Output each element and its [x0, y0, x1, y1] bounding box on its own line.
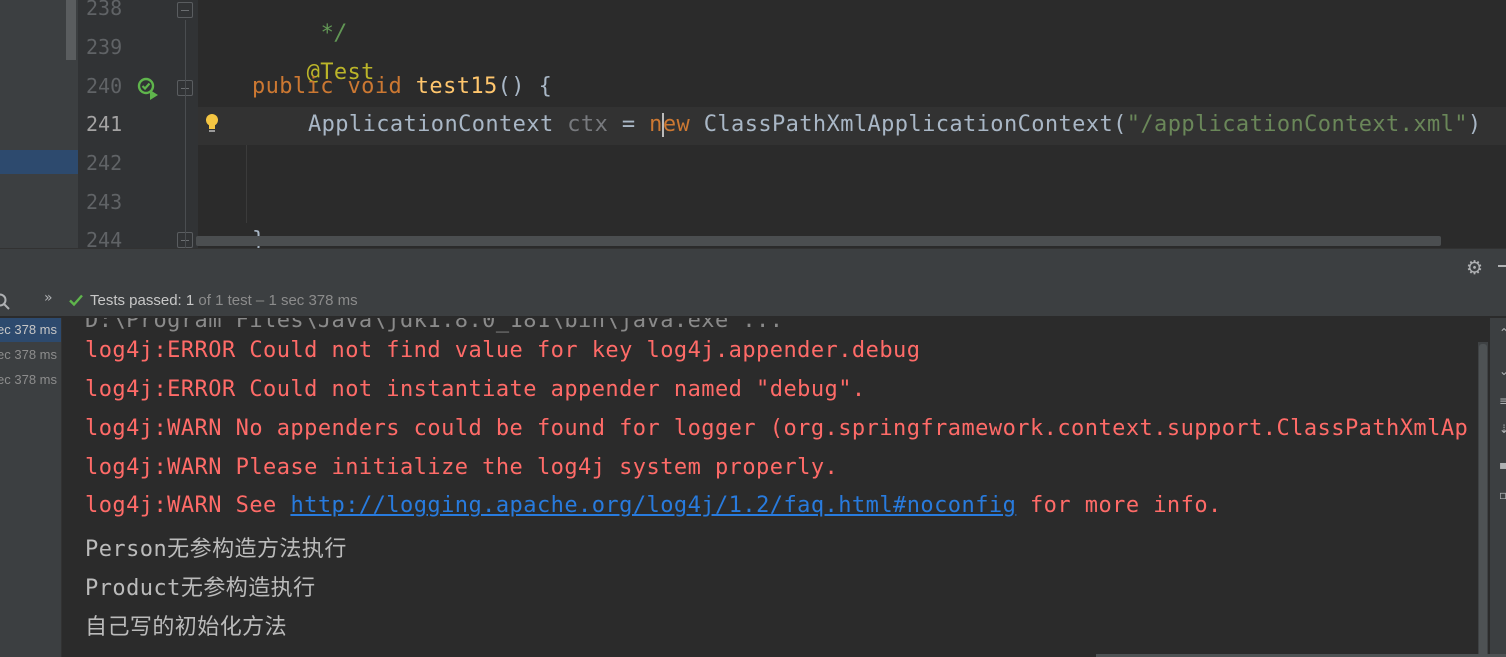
line-number: 238: [86, 0, 123, 20]
run-test-icon[interactable]: [136, 76, 160, 100]
tests-status: Tests passed: 1 of 1 test – 1 sec 378 ms: [90, 292, 358, 309]
keyword: n: [649, 112, 663, 137]
console-line-warn: log4j:WARN See http://logging.apache.org…: [85, 493, 1222, 518]
console-text: for more info.: [1016, 493, 1222, 518]
code-operator: =: [608, 112, 650, 137]
project-tool-strip: [0, 0, 78, 248]
check-icon: [69, 294, 83, 307]
console-line-warn: log4j:WARN Please initialize the log4j s…: [85, 455, 839, 480]
console-scrollbar[interactable]: [1479, 344, 1487, 657]
console-line-output: Person无参构造方法执行: [85, 537, 347, 562]
line-number: 244: [86, 228, 123, 248]
class-name: ClassPathXmlApplicationContext(: [690, 112, 1127, 137]
console-output[interactable]: D:\Program Files\Java\jdk1.8.0_181\bin\j…: [64, 318, 1478, 657]
soft-wrap-icon[interactable]: ≡: [1499, 395, 1506, 407]
indent-guide: [246, 145, 247, 223]
keyword: void: [347, 74, 403, 99]
faq-link[interactable]: http://logging.apache.org/log4j/1.2/faq.…: [290, 493, 1016, 518]
console-line-output: 自己写的初始化方法: [85, 615, 288, 640]
editor-horizontal-scrollbar[interactable]: [196, 236, 1441, 246]
line-number: 239: [86, 35, 123, 59]
tests-passed-label: Tests passed: 1: [90, 292, 195, 309]
line-number: 242: [86, 151, 123, 175]
code-line-241[interactable]: ApplicationContext ctx = new ClassPathXm…: [308, 112, 1482, 137]
console-line-output: Product无参构造执行: [85, 576, 316, 601]
console-line-warn: log4j:WARN No appenders could be found f…: [85, 416, 1469, 441]
test-tree-item[interactable]: ec 378 ms: [0, 318, 61, 342]
console-text: log4j:WARN See: [85, 493, 291, 518]
fold-range-line: [185, 20, 186, 248]
line-number: 243: [86, 190, 123, 214]
project-scrollbar[interactable]: [66, 0, 76, 60]
variable-name: ctx: [567, 112, 609, 137]
tests-duration-label: of 1 test – 1 sec 378 ms: [194, 292, 358, 309]
print-icon[interactable]: ▪: [1499, 459, 1506, 471]
console-line-command: D:\Program Files\Java\jdk1.8.0_181\bin\j…: [85, 318, 784, 333]
search-icon[interactable]: [0, 292, 12, 312]
code-line-240: public void test15() {: [252, 74, 552, 99]
scroll-to-end-icon[interactable]: ⇣: [1499, 423, 1506, 435]
method-name: test15: [415, 74, 498, 99]
keyword: ew: [662, 112, 691, 137]
keyword: public: [252, 74, 334, 99]
run-tool-window: ⚙ » Tests passed: 1 of 1 test – 1 sec 37…: [0, 248, 1506, 657]
line-number-current: 241: [86, 112, 123, 136]
string-literal: "/applicationContext.xml": [1126, 112, 1468, 137]
fold-collapse-icon[interactable]: [177, 2, 193, 18]
arrow-down-icon[interactable]: ⌄: [1499, 365, 1506, 377]
minimize-icon[interactable]: [1498, 265, 1506, 267]
chevron-double-right-icon[interactable]: »: [44, 290, 53, 306]
project-selected-row[interactable]: [0, 150, 78, 174]
code-editor[interactable]: 238 239 240 241 242 243 244 */ @Test pub…: [0, 0, 1506, 248]
line-number: 240: [86, 74, 123, 98]
console-line-error: log4j:ERROR Could not instantiate append…: [85, 377, 866, 402]
test-tree-item[interactable]: ec 378 ms: [0, 343, 61, 367]
console-line-error: log4j:ERROR Could not find value for key…: [85, 338, 921, 363]
code-punct: () {: [497, 74, 553, 99]
test-tree: ec 378 ms ec 378 ms ec 378 ms: [0, 318, 62, 657]
lightbulb-intention-icon[interactable]: [203, 112, 221, 134]
gear-icon[interactable]: ⚙: [1466, 257, 1486, 279]
test-tree-item[interactable]: ec 378 ms: [0, 368, 61, 392]
trash-icon[interactable]: ▫: [1499, 489, 1506, 501]
run-panel-header: ⚙: [0, 248, 1506, 284]
type-name: ApplicationContext: [308, 112, 554, 137]
code-punct: ): [1467, 112, 1482, 137]
arrow-up-icon[interactable]: ⌃: [1499, 327, 1506, 339]
